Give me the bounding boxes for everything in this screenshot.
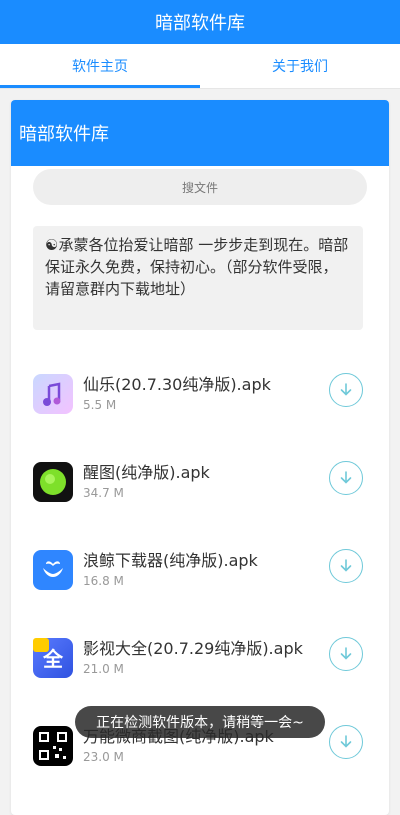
green-circle-icon bbox=[33, 462, 73, 502]
file-size: 34.7 M bbox=[83, 486, 124, 500]
tab-label: 软件主页 bbox=[72, 59, 128, 75]
toast-message: 正在检测软件版本，请稍等一会~ bbox=[75, 706, 325, 738]
search-input[interactable]: 搜文件 bbox=[33, 169, 367, 205]
file-size: 5.5 M bbox=[83, 398, 117, 412]
file-item-xianle[interactable]: 仙乐(20.7.30纯净版).apk 5.5 M bbox=[11, 355, 389, 443]
file-name: 影视大全(20.7.29纯净版).apk bbox=[83, 639, 303, 658]
download-button[interactable] bbox=[329, 725, 363, 759]
quan-icon: 全 bbox=[33, 638, 73, 678]
card-header: 暗部软件库 bbox=[11, 100, 389, 166]
music-note-icon bbox=[33, 374, 73, 414]
file-name: 仙乐(20.7.30纯净版).apk bbox=[83, 375, 271, 394]
whale-icon bbox=[33, 550, 73, 590]
download-arrow-icon bbox=[340, 383, 352, 396]
file-size: 23.0 M bbox=[83, 750, 124, 764]
notice-text: ☯承蒙各位抬爱让暗部 一步步走到现在。暗部保证永久免费，保持初心。（部分软件受限… bbox=[45, 236, 349, 298]
download-button[interactable] bbox=[329, 637, 363, 671]
file-item-langjing[interactable]: 浪鲸下载器(纯净版).apk 16.8 M bbox=[11, 531, 389, 619]
file-name: 醒图(纯净版).apk bbox=[83, 463, 210, 482]
download-button[interactable] bbox=[329, 461, 363, 495]
toast-text: 正在检测软件版本，请稍等一会~ bbox=[96, 715, 304, 731]
file-item-xingtu[interactable]: 醒图(纯净版).apk 34.7 M bbox=[11, 443, 389, 531]
download-arrow-icon bbox=[340, 735, 352, 748]
app-title-bar: 暗部软件库 bbox=[0, 0, 400, 44]
svg-text:全: 全 bbox=[42, 647, 64, 671]
tab-label: 关于我们 bbox=[272, 59, 328, 75]
qr-icon bbox=[33, 726, 73, 766]
app-title: 暗部软件库 bbox=[155, 13, 245, 34]
file-item-yingshi[interactable]: 全 影视大全(20.7.29纯净版).apk 21.0 M bbox=[11, 619, 389, 707]
card-title: 暗部软件库 bbox=[19, 124, 109, 145]
download-arrow-icon bbox=[340, 471, 352, 484]
download-arrow-icon bbox=[340, 647, 352, 660]
file-name: 浪鲸下载器(纯净版).apk bbox=[83, 551, 258, 570]
file-size: 21.0 M bbox=[83, 662, 124, 676]
tab-bar: 软件主页 关于我们 bbox=[0, 44, 400, 89]
file-size: 16.8 M bbox=[83, 574, 124, 588]
download-button[interactable] bbox=[329, 373, 363, 407]
tab-about-us[interactable]: 关于我们 bbox=[200, 44, 400, 88]
download-button[interactable] bbox=[329, 549, 363, 583]
search-placeholder: 搜文件 bbox=[181, 180, 218, 195]
notice-box: ☯承蒙各位抬爱让暗部 一步步走到现在。暗部保证永久免费，保持初心。（部分软件受限… bbox=[33, 226, 363, 330]
tab-software-home[interactable]: 软件主页 bbox=[0, 44, 200, 88]
download-arrow-icon bbox=[340, 559, 352, 572]
